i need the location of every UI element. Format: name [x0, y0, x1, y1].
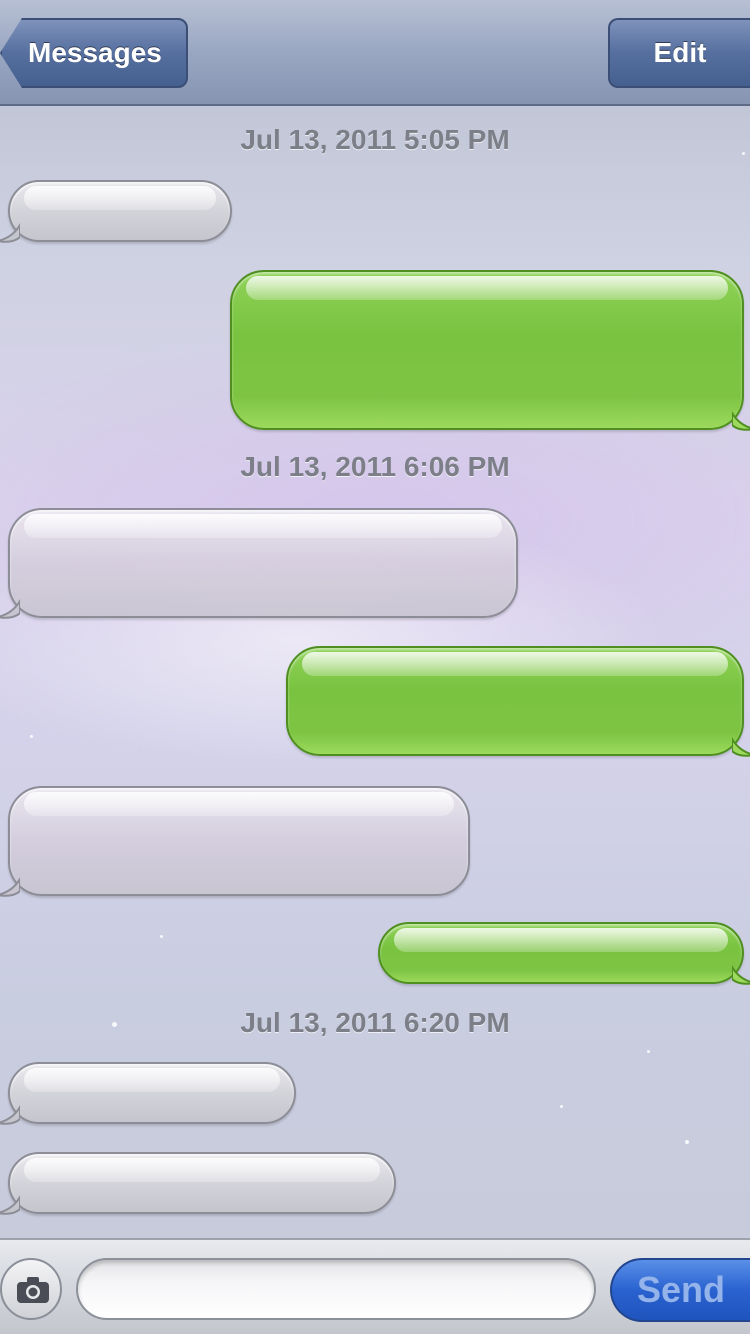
received-message-bubble[interactable]: [0, 180, 232, 243]
timestamp: Jul 13, 2011 6:06 PM: [240, 451, 510, 482]
back-button-label: Messages: [28, 37, 162, 68]
received-message-bubble[interactable]: [0, 786, 470, 897]
message-composer-bar: Send: [0, 1238, 750, 1334]
bubble-tail-icon: [0, 877, 20, 897]
camera-button[interactable]: [0, 1258, 62, 1320]
bubble-tail-icon: [0, 223, 20, 243]
bubble-tail-icon: [732, 737, 750, 757]
received-message-bubble[interactable]: [0, 1062, 296, 1125]
sent-message-bubble[interactable]: [286, 646, 750, 757]
received-message-bubble[interactable]: [0, 1152, 396, 1215]
messages-back-button[interactable]: Messages: [0, 18, 188, 88]
received-message-bubble[interactable]: [0, 508, 518, 619]
timestamp: Jul 13, 2011 5:05 PM: [240, 124, 510, 155]
timestamp: Jul 13, 2011 6:20 PM: [240, 1007, 510, 1038]
bubble-tail-icon: [0, 1105, 20, 1125]
send-button-label: Send: [636, 1269, 725, 1310]
navigation-bar: Messages Edit: [0, 0, 750, 106]
sent-message-bubble[interactable]: [378, 922, 750, 985]
bubble-tail-icon: [0, 1195, 20, 1215]
bubble-tail-icon: [732, 965, 750, 985]
edit-button[interactable]: Edit: [608, 18, 750, 88]
bubble-tail-icon: [0, 599, 20, 619]
bubble-tail-icon: [732, 411, 750, 431]
edit-button-label: Edit: [653, 37, 707, 68]
sent-message-bubble[interactable]: [230, 270, 750, 431]
message-input[interactable]: [76, 1258, 596, 1320]
send-button[interactable]: Send: [610, 1258, 750, 1322]
camera-icon: [17, 1277, 49, 1303]
